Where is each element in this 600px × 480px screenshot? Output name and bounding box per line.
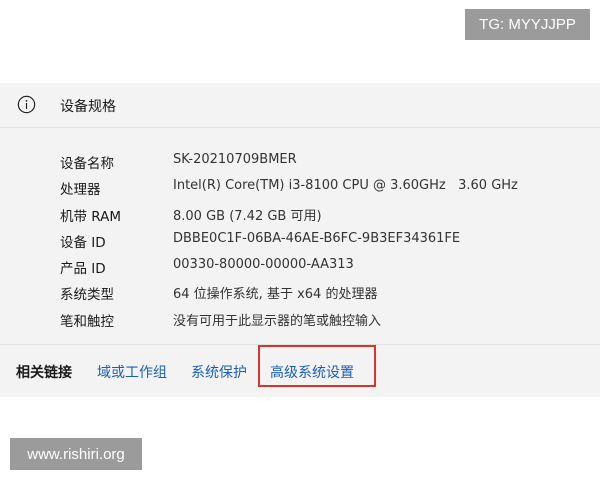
spec-value: 8.00 GB (7.42 GB 可用) (173, 208, 322, 224)
spec-label: 机带 RAM (60, 208, 122, 225)
spec-row-pen-touch: 笔和触控 没有可用于此显示器的笔或触控输入 (0, 307, 600, 333)
spec-row-system-type: 系统类型 64 位操作系统, 基于 x64 的处理器 (0, 280, 600, 306)
spec-label: 处理器 (60, 182, 101, 199)
spec-value: DBBE0C1F-06BA-46AE-B6FC-9B3EF34361FE (173, 230, 461, 246)
spec-label: 设备 ID (60, 234, 106, 251)
link-system-protection[interactable]: 系统保护 (191, 362, 247, 382)
spec-label: 笔和触控 (60, 313, 114, 330)
link-domain-workgroup[interactable]: 域或工作组 (97, 362, 167, 382)
spec-value: SK-20210709BMER (173, 152, 297, 167)
related-links-title: 相关链接 (16, 365, 72, 381)
spec-value: 64 位操作系统, 基于 x64 的处理器 (173, 287, 378, 303)
device-specs-header[interactable]: 设备规格 (0, 83, 600, 127)
spec-row-ram: 机带 RAM 8.00 GB (7.42 GB 可用) (0, 202, 600, 228)
advanced-settings-highlight (258, 345, 376, 387)
spec-value: 没有可用于此显示器的笔或触控输入 (173, 313, 382, 329)
spec-value: 00330-80000-00000-AA313 (173, 257, 354, 273)
spec-row-processor: 处理器 Intel(R) Core(TM) i3-8100 CPU @ 3.60… (0, 175, 600, 201)
spec-label: 产品 ID (60, 261, 106, 278)
spec-row-device-id: 设备 ID DBBE0C1F-06BA-46AE-B6FC-9B3EF34361… (0, 228, 600, 254)
header-divider (0, 127, 600, 128)
spec-list: 设备名称 SK-20210709BMER 处理器 Intel(R) Core(T… (0, 149, 600, 333)
site-watermark: www.rishiri.org (10, 438, 142, 470)
tg-watermark: TG: MYYJJPP (465, 9, 590, 40)
spec-row-product-id: 产品 ID 00330-80000-00000-AA313 (0, 254, 600, 280)
spec-value: Intel(R) Core(TM) i3-8100 CPU @ 3.60GHz … (173, 178, 518, 194)
info-icon (17, 95, 36, 114)
device-specs-title: 设备规格 (60, 99, 116, 115)
spec-label: 设备名称 (60, 156, 114, 172)
spec-row-device-name: 设备名称 SK-20210709BMER (0, 149, 600, 175)
spec-label: 系统类型 (60, 287, 114, 304)
